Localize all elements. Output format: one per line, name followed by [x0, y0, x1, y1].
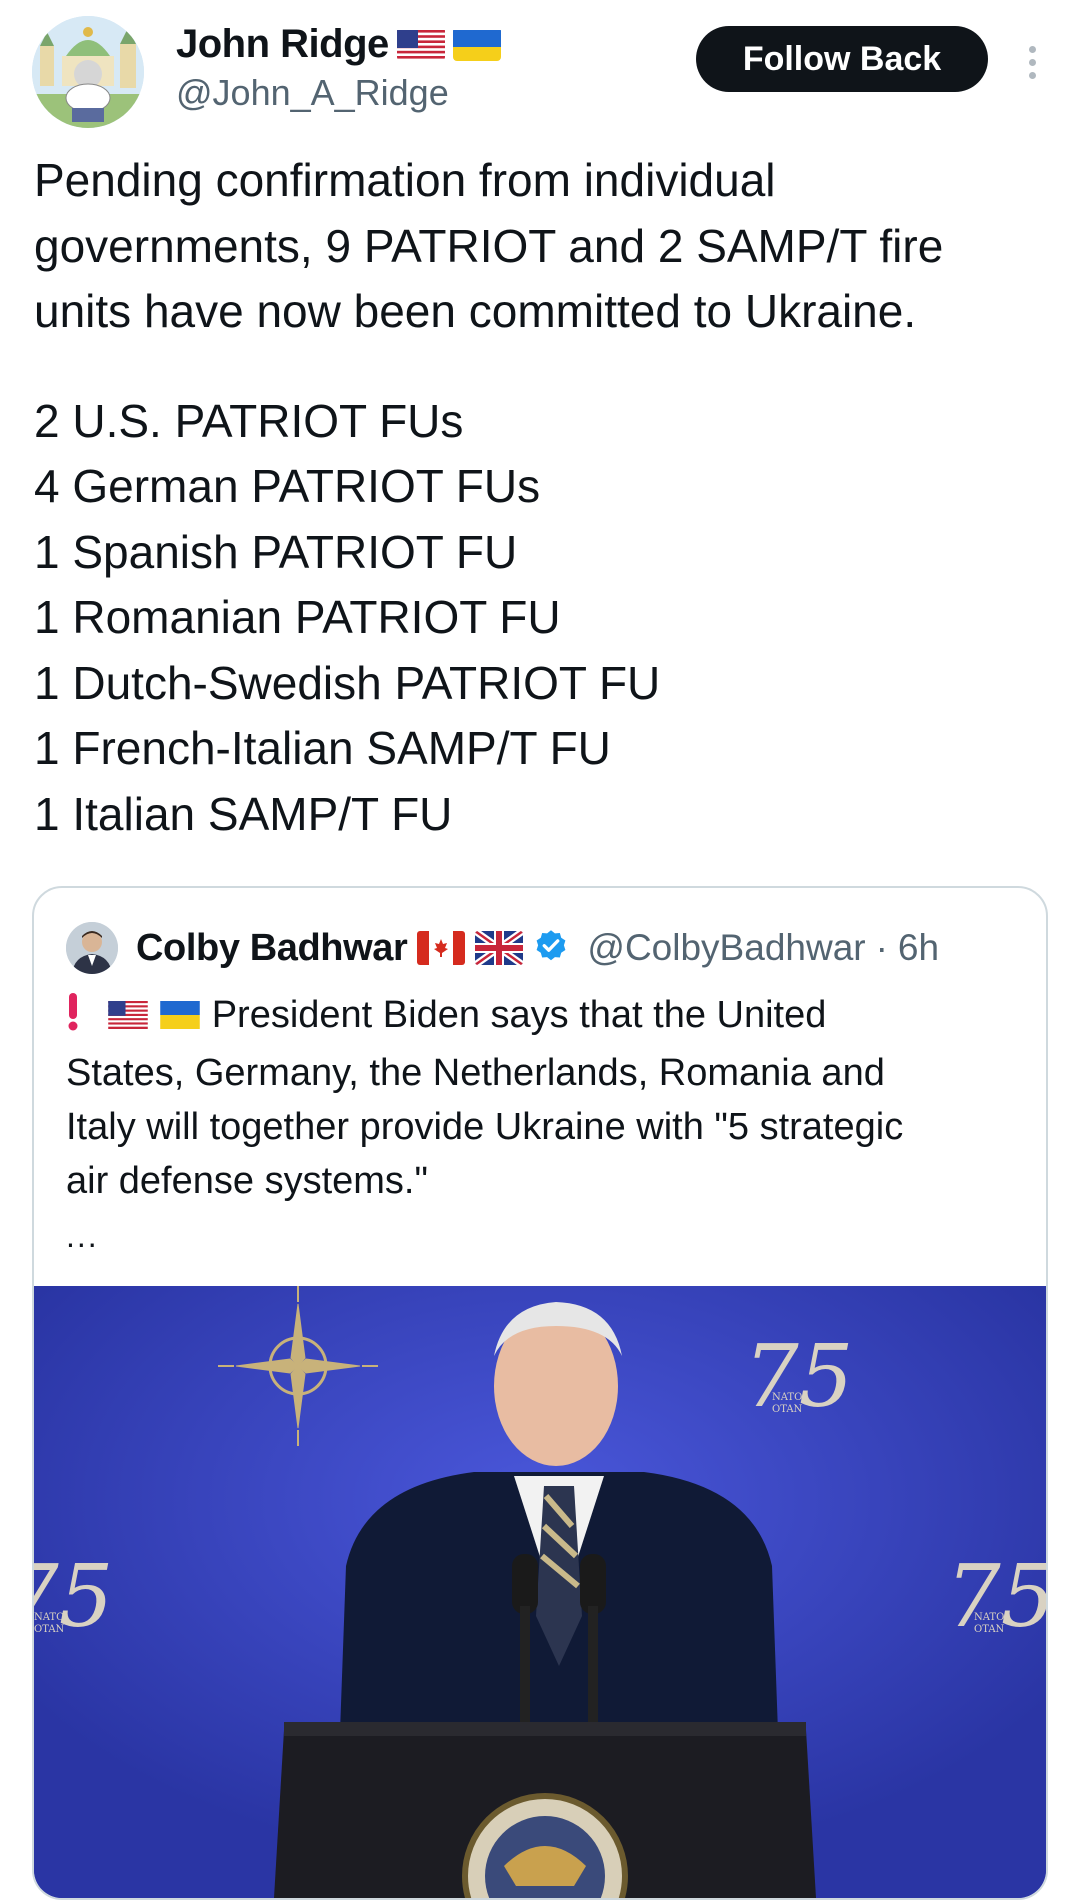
more-vertical-icon[interactable]	[1012, 32, 1052, 92]
tweet-line: Pending confirmation from individual	[34, 154, 776, 206]
nato-75-logo-right-top: 75 NATO OTAN	[744, 1327, 853, 1427]
svg-text:OTAN: OTAN	[974, 1624, 1005, 1635]
tweet-line: 1 French-Italian SAMP/T FU	[34, 722, 611, 774]
tweet-line: units have now been committed to Ukraine…	[34, 285, 917, 337]
quoted-tweet-header: Colby Badhwar @ColbyBadhwar · 6h	[66, 918, 939, 978]
tweet-line: 4 German PATRIOT FUs	[34, 460, 541, 512]
tweet-line: 1 Italian SAMP/T FU	[34, 787, 453, 840]
tweet-line: 1 Spanish PATRIOT FU	[34, 525, 518, 578]
nato-75-logo-right: 75 NATO OTAN	[946, 1547, 1046, 1647]
tweet-body: Pending confirmation from individual gove…	[34, 148, 1044, 847]
svg-text:NATO: NATO	[974, 1612, 1004, 1623]
canada-flag-icon	[417, 931, 466, 965]
more-dot	[1028, 45, 1036, 53]
us-flag-icon	[107, 990, 149, 1029]
us-flag-icon	[396, 27, 445, 61]
quoted-author-handle[interactable]: @ColbyBadhwar	[587, 927, 865, 969]
svg-text:NATO: NATO	[772, 1392, 802, 1403]
author-handle[interactable]: @John_A_Ridge	[176, 70, 501, 116]
follow-back-button[interactable]: Follow Back	[696, 26, 988, 92]
tweet-line: governments, 9 PATRIOT and 2 SAMP/T fire	[34, 219, 944, 272]
tweet-line: 1 Dutch-Swedish PATRIOT FU	[34, 656, 661, 709]
podium	[274, 1722, 816, 1898]
speaker-photo-illustration: 75 NATO OTAN 75 NATO OTAN 75 NATO OTAN	[34, 1286, 1046, 1898]
author-names: John Ridge @John_A_Ridge	[176, 20, 501, 116]
verified-badge-icon	[533, 928, 569, 969]
author-display-name-row[interactable]: John Ridge	[176, 20, 501, 68]
quoted-media-image[interactable]: 75 NATO OTAN 75 NATO OTAN 75 NATO OTAN	[34, 1286, 1046, 1898]
quoted-line: States, Germany, the Netherlands, Romani…	[66, 1052, 885, 1094]
svg-text:OTAN: OTAN	[34, 1624, 65, 1635]
svg-text:NATO: NATO	[34, 1612, 64, 1623]
quoted-tweet-card[interactable]: Colby Badhwar @ColbyBadhwar · 6h Preside…	[32, 886, 1048, 1900]
more-dot	[1028, 71, 1036, 79]
author-avatar[interactable]	[32, 16, 144, 128]
quoted-timestamp[interactable]: 6h	[898, 927, 939, 969]
quoted-author-avatar[interactable]	[66, 922, 118, 974]
tweet-line: 2 U.S. PATRIOT FUs	[34, 394, 464, 447]
author-display-name[interactable]: John Ridge	[176, 20, 389, 68]
ukraine-flag-icon	[159, 990, 201, 1029]
ukraine-flag-icon	[452, 27, 501, 61]
nato-75-logo-left: 75 NATO OTAN	[34, 1547, 113, 1647]
exclamation-icon	[66, 991, 88, 1046]
svg-text:OTAN: OTAN	[772, 1404, 803, 1415]
quoted-line: Italy will together provide Ukraine with…	[66, 1106, 904, 1148]
quoted-line: President Biden says that the United	[211, 994, 827, 1036]
quoted-line: air defense systems."	[66, 1160, 428, 1202]
quoted-more-ellipsis[interactable]: ...	[66, 1218, 99, 1255]
quoted-author-display-name[interactable]: Colby Badhwar	[136, 927, 408, 970]
tweet-line: 1 Romanian PATRIOT FU	[34, 591, 561, 643]
quoted-tweet-body: President Biden says that the United Sta…	[66, 988, 1026, 1208]
uk-flag-icon	[475, 931, 524, 965]
tweet-header: John Ridge @John_A_Ridge Follow Back	[32, 14, 1048, 128]
quoted-separator: ·	[875, 927, 888, 968]
more-dot	[1028, 58, 1036, 66]
quoted-line-first: President Biden says that the United	[66, 988, 1026, 1046]
